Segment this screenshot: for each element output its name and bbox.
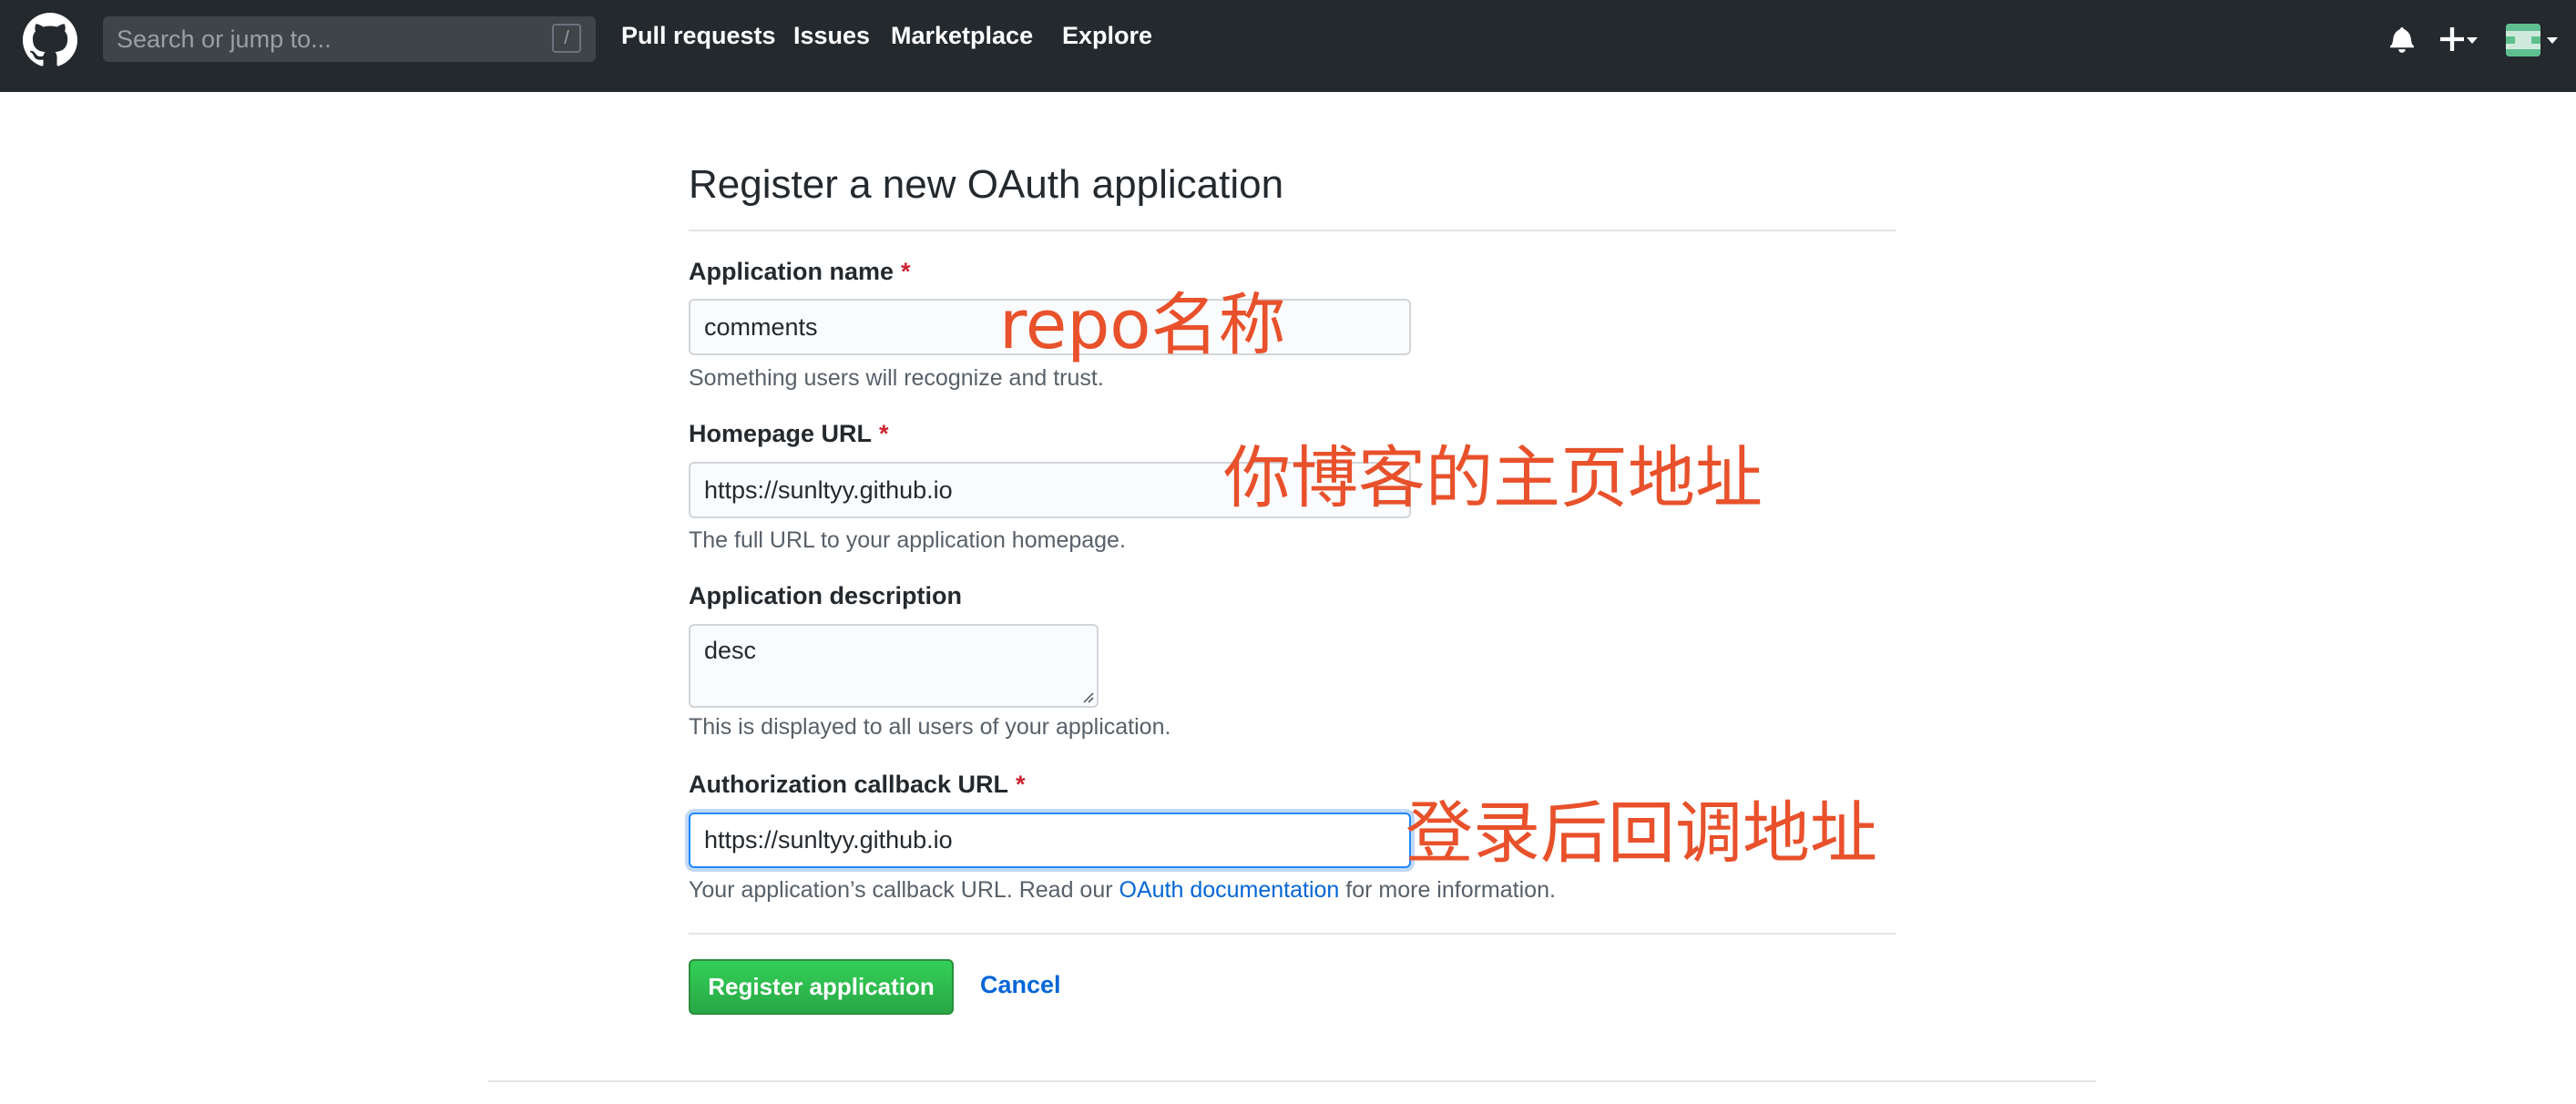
search-input[interactable]: Search or jump to... /: [103, 16, 596, 62]
nav-pull-requests[interactable]: Pull requests: [621, 22, 776, 50]
homepage-label-text: Homepage URL: [689, 420, 873, 447]
description-label: Application description: [689, 582, 962, 610]
app-name-value: comments: [704, 312, 818, 341]
avatar[interactable]: [2506, 24, 2540, 56]
description-note: This is displayed to all users of your a…: [689, 714, 1171, 740]
nav-explore[interactable]: Explore: [1062, 22, 1152, 50]
oauth-documentation-link[interactable]: OAuth documentation: [1119, 877, 1340, 903]
callback-url-field[interactable]: https://sunltyy.github.io: [689, 813, 1411, 868]
description-label-text: Application description: [689, 582, 963, 609]
avatar-chevron-down-icon[interactable]: [2547, 37, 2558, 44]
footer-divider: [488, 1080, 2096, 1082]
cancel-link[interactable]: Cancel: [980, 971, 1061, 999]
app-name-note: Something users will recognize and trust…: [689, 365, 1104, 391]
nav-marketplace[interactable]: Marketplace: [891, 22, 1033, 50]
search-placeholder: Search or jump to...: [117, 25, 332, 53]
title-divider: [689, 230, 1896, 231]
homepage-label: Homepage URL *: [689, 420, 889, 448]
resize-grip-icon[interactable]: [1081, 690, 1094, 703]
required-marker: *: [901, 258, 911, 285]
github-logo-icon[interactable]: [23, 13, 77, 67]
top-header: Search or jump to... / Pull requests Iss…: [0, 0, 2576, 92]
description-textarea[interactable]: desc: [689, 624, 1099, 708]
plus-icon[interactable]: [2440, 27, 2464, 51]
homepage-annotation: 你博客的主页地址: [1223, 439, 1763, 517]
search-shortcut-key: /: [552, 24, 581, 53]
form-actions-divider: [689, 933, 1896, 935]
plus-chevron-down-icon[interactable]: [2467, 37, 2478, 44]
callback-note-text-end: for more information.: [1339, 877, 1556, 903]
homepage-note: The full URL to your application homepag…: [689, 527, 1126, 553]
callback-note: Your application’s callback URL. Read ou…: [689, 877, 1556, 904]
description-value: desc: [704, 637, 757, 664]
page-title: Register a new OAuth application: [689, 162, 1284, 207]
bell-icon[interactable]: [2390, 26, 2414, 53]
homepage-value: https://sunltyy.github.io: [704, 475, 953, 504]
app-name-label: Application name *: [689, 258, 911, 286]
callback-note-text: Your application’s callback URL. Read ou…: [689, 877, 1119, 903]
app-name-annotation: repo名称: [999, 286, 1286, 364]
app-name-label-text: Application name: [689, 258, 894, 285]
callback-annotation: 登录后回调地址: [1406, 794, 1877, 873]
required-marker: *: [879, 420, 889, 447]
register-application-button[interactable]: Register application: [689, 959, 954, 1015]
callback-label: Authorization callback URL *: [689, 771, 1026, 799]
required-marker: *: [1016, 771, 1026, 798]
nav-issues[interactable]: Issues: [793, 22, 870, 50]
callback-value: https://sunltyy.github.io: [704, 826, 953, 854]
callback-label-text: Authorization callback URL: [689, 771, 1009, 798]
